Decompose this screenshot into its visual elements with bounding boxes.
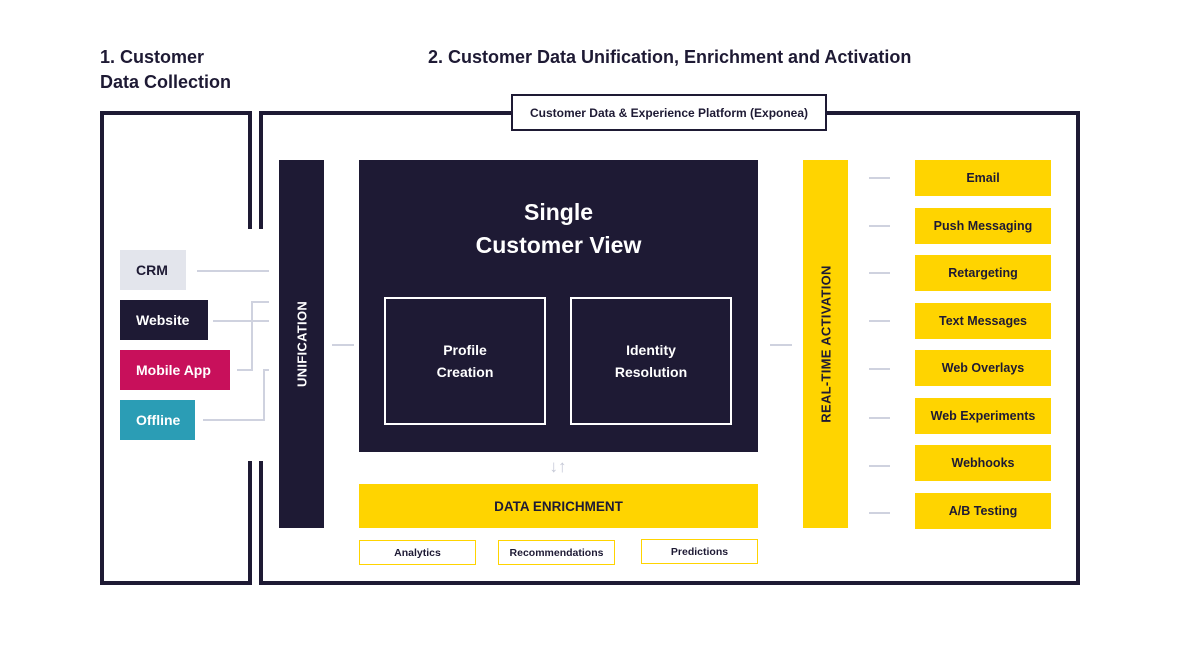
connector-unification-scv: [332, 344, 354, 346]
enrichment-analytics: Analytics: [359, 540, 476, 565]
platform-label: Customer Data & Experience Platform (Exp…: [511, 94, 827, 131]
output-web-overlays: Web Overlays: [915, 350, 1051, 386]
sync-arrows-icon: ↓↑: [549, 457, 567, 476]
output-webhooks: Webhooks: [915, 445, 1051, 481]
identity-resolution-line1: Identity: [626, 342, 676, 358]
profile-creation-line1: Profile: [443, 342, 487, 358]
collection-frame: [100, 111, 252, 585]
connector-crm: [197, 270, 269, 272]
connector-mobile-top: [251, 301, 269, 303]
connector-mobile: [237, 369, 253, 371]
single-customer-view: Single Customer View Profile Creation Id…: [359, 160, 758, 452]
unification-heading: 2. Customer Data Unification, Enrichment…: [428, 47, 912, 67]
connector-mobile-vertical: [251, 301, 253, 371]
connector-output: [869, 177, 890, 179]
output-push-messaging: Push Messaging: [915, 208, 1051, 244]
output-email: Email: [915, 160, 1051, 196]
connector-offline-vertical: [263, 369, 265, 421]
connector-scv-activation: [770, 344, 792, 346]
connector-output: [869, 465, 890, 467]
collection-heading: 1. Customer Data Collection: [100, 45, 231, 95]
output-text-messages: Text Messages: [915, 303, 1051, 339]
connector-offline: [203, 419, 265, 421]
unification-bar: UNIFICATION: [279, 160, 324, 528]
connector-output: [869, 417, 890, 419]
connector-output: [869, 512, 890, 514]
source-crm: CRM: [120, 250, 186, 290]
output-ab-testing: A/B Testing: [915, 493, 1051, 529]
scv-title-line1: Single: [523, 199, 593, 225]
activation-bar: REAL-TIME ACTIVATION: [803, 160, 848, 528]
identity-resolution-box: Identity Resolution: [570, 297, 732, 425]
identity-resolution-line2: Resolution: [614, 364, 688, 380]
connector-output: [869, 320, 890, 322]
source-website: Website: [120, 300, 208, 340]
collection-heading-line2: Data Collection: [100, 72, 232, 92]
connector-output: [869, 225, 890, 227]
scv-title: Single Customer View: [359, 196, 758, 262]
output-web-experiments: Web Experiments: [915, 398, 1051, 434]
activation-label: REAL-TIME ACTIVATION: [818, 265, 833, 423]
scv-title-line2: Customer View: [475, 232, 642, 258]
source-offline: Offline: [120, 400, 195, 440]
unification-label: UNIFICATION: [294, 300, 309, 388]
connector-output: [869, 272, 890, 274]
profile-creation-line2: Creation: [436, 364, 494, 380]
connector-output: [869, 368, 890, 370]
output-retargeting: Retargeting: [915, 255, 1051, 291]
collection-heading-line1: 1. Customer: [100, 47, 205, 67]
enrichment-recommendations: Recommendations: [498, 540, 615, 565]
enrichment-predictions: Predictions: [641, 539, 758, 564]
source-mobile-app: Mobile App: [120, 350, 230, 390]
connector-website: [213, 320, 269, 322]
profile-creation-box: Profile Creation: [384, 297, 546, 425]
data-enrichment-bar: DATA ENRICHMENT: [359, 484, 758, 528]
